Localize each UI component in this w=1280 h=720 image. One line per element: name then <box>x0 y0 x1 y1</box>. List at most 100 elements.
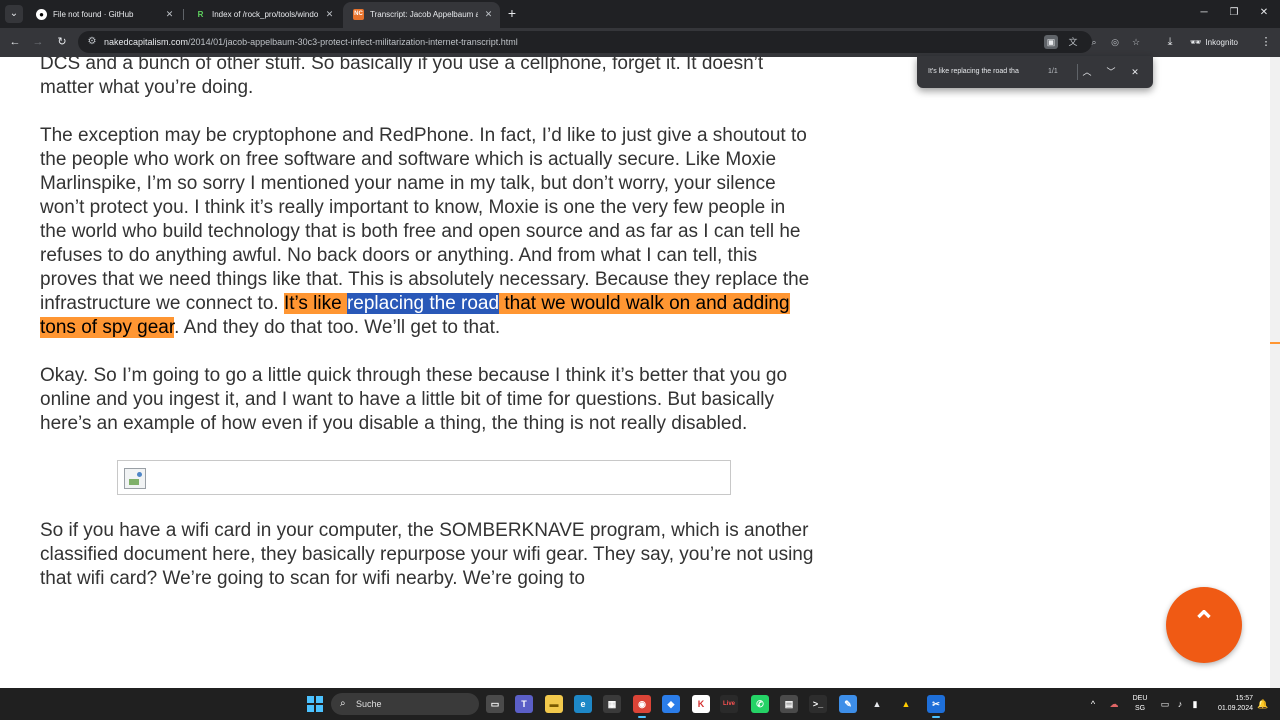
start-button[interactable] <box>307 696 323 712</box>
menu-button[interactable]: ⋮ <box>1259 35 1273 49</box>
tab-index[interactable]: R Index of /rock_pro/tools/windo ✕ <box>185 2 341 28</box>
paragraph: The exception may be cryptophone and Red… <box>40 124 815 340</box>
plus-icon: + <box>507 5 517 21</box>
url-path: /2014/01/jacob-appelbaum-30c3-protect-in… <box>188 37 518 47</box>
tab-transcript[interactable]: NC Transcript: Jacob Appelbaum at ✕ <box>343 2 500 28</box>
close-icon[interactable]: ✕ <box>164 9 175 20</box>
windows-logo-icon <box>316 705 323 712</box>
store-icon[interactable]: ▦ <box>603 695 621 713</box>
tab-title: File not found · GitHub <box>53 10 134 19</box>
chevron-up-icon[interactable]: ^ <box>1088 697 1098 711</box>
arrow-right-icon: → <box>32 36 44 48</box>
battery-icon[interactable]: ▮ <box>1190 697 1200 711</box>
close-icon: ✕ <box>1131 67 1139 77</box>
vlc-icon[interactable]: ▲ <box>897 695 915 713</box>
snipping-tool-icon[interactable]: ✂ <box>927 695 945 718</box>
speaker-icon[interactable]: ♪ <box>1175 697 1185 711</box>
linux-app-icon[interactable]: ▲ <box>868 695 886 713</box>
whatsapp-icon[interactable]: ✆ <box>751 695 769 713</box>
windows-taskbar: ⌕ Suche ▭ T ▬ e ▦ ◉ ◆ K Live ✆ ▤ >_ ✎ ▲ … <box>0 688 1280 720</box>
minimize-button[interactable]: ─ <box>1197 6 1211 20</box>
taskbar-search[interactable]: ⌕ Suche <box>331 693 479 715</box>
find-result-marker <box>1270 342 1280 344</box>
clock-time: 15:57 <box>1235 695 1253 702</box>
address-bar[interactable]: ⚙ nakedcapitalism.com/2014/01/jacob-appe… <box>78 31 1140 53</box>
network-icon[interactable]: ▭ <box>1160 697 1170 711</box>
app-k-icon[interactable]: K <box>692 695 710 713</box>
chrome-icon[interactable]: ◉ <box>633 695 651 718</box>
new-tab-button[interactable]: + <box>505 6 519 20</box>
text-selection: replacing the road <box>346 293 500 314</box>
tab-title: Transcript: Jacob Appelbaum at <box>370 10 478 19</box>
url-text[interactable]: nakedcapitalism.com/2014/01/jacob-appelb… <box>104 36 518 48</box>
file-explorer-icon[interactable]: ▬ <box>545 695 563 713</box>
windows-logo-icon <box>307 705 314 712</box>
close-icon[interactable]: ✕ <box>324 9 335 20</box>
arrow-left-icon: ← <box>9 36 21 48</box>
paragraph-text: . And they do that too. We’ll get to tha… <box>174 317 501 338</box>
windows-logo-icon <box>316 696 323 703</box>
paragraph: So if you have a wifi card in your compu… <box>40 520 814 589</box>
app-window-icon[interactable]: ▤ <box>780 695 798 713</box>
windows-logo-icon <box>307 696 314 703</box>
language-indicator[interactable]: DEU SG <box>1130 694 1150 714</box>
maximize-button[interactable]: ❐ <box>1227 6 1241 20</box>
search-icon: ⌕ <box>340 698 346 709</box>
find-close-button[interactable]: ✕ <box>1128 65 1142 79</box>
find-bar: It's like replacing the road tha 1/1 ︿ ﹀… <box>917 56 1153 88</box>
edge-icon[interactable]: e <box>574 695 592 713</box>
minimize-icon: ─ <box>1200 7 1208 18</box>
find-previous-button[interactable]: ︿ <box>1080 65 1094 79</box>
eye-off-icon[interactable]: ◎ <box>1108 35 1122 49</box>
language-code: DEU <box>1132 695 1148 702</box>
chevron-down-icon: ⌄ <box>9 8 19 19</box>
notifications-icon[interactable]: 🔔 <box>1257 697 1269 711</box>
find-input[interactable]: It's like replacing the road tha <box>928 66 1040 78</box>
task-view-icon[interactable]: ▭ <box>486 695 504 713</box>
scroll-to-top-button[interactable]: ⌃ <box>1166 587 1242 663</box>
bookmark-star-icon[interactable]: ☆ <box>1129 35 1143 49</box>
tab-github[interactable]: ● File not found · GitHub ✕ <box>26 2 181 28</box>
paragraph: And this can be yours for only 175,800 U… <box>40 57 764 98</box>
reload-button[interactable]: ↻ <box>55 35 69 49</box>
broken-image <box>117 460 731 495</box>
download-icon: ⤓ <box>1167 36 1173 48</box>
nakedcapitalism-favicon-icon: NC <box>353 9 364 20</box>
paragraph-text: The exception may be cryptophone and Red… <box>40 125 810 314</box>
chevron-down-icon: ﹀ <box>1106 67 1116 77</box>
taskbar-search-label: Suche <box>356 699 382 709</box>
browser-toolbar: ← → ↻ ⚙ nakedcapitalism.com/2014/01/jaco… <box>0 28 1280 57</box>
find-divider <box>1077 64 1078 80</box>
close-icon: ✕ <box>1259 7 1269 18</box>
find-next-button[interactable]: ﹀ <box>1104 65 1118 79</box>
tab-divider <box>183 9 184 20</box>
close-icon[interactable]: ✕ <box>483 9 494 20</box>
github-icon: ● <box>36 9 47 20</box>
forward-button[interactable]: → <box>31 35 45 49</box>
zoom-icon[interactable]: ⌕ <box>1087 35 1101 49</box>
onedrive-icon[interactable]: ☁ <box>1108 697 1120 711</box>
incognito-indicator[interactable]: 🕶 Inkognito <box>1190 35 1238 50</box>
chevron-up-icon: ︿ <box>1082 67 1092 77</box>
messenger-icon[interactable]: ◆ <box>662 695 680 713</box>
tab-search-button[interactable]: ⌄ <box>5 5 23 23</box>
back-button[interactable]: ← <box>8 35 22 49</box>
reload-icon: ↻ <box>57 36 67 48</box>
close-window-button[interactable]: ✕ <box>1257 6 1271 20</box>
page-viewport: And this can be yours for only 175,800 U… <box>0 57 1270 688</box>
teams-icon[interactable]: T <box>515 695 533 713</box>
site-info-icon[interactable]: ⚙ <box>86 36 98 48</box>
page-scrollbar[interactable] <box>1270 57 1280 688</box>
paragraph: Okay. So I’m going to go a little quick … <box>40 365 788 434</box>
kebab-menu-icon: ⋮ <box>1260 36 1272 48</box>
url-host: nakedcapitalism.com <box>104 37 189 47</box>
paint-icon[interactable]: ✎ <box>839 695 857 713</box>
live-icon[interactable]: Live <box>720 695 738 713</box>
translate-icon[interactable]: 文 <box>1066 35 1080 49</box>
downloads-button[interactable]: ⤓ <box>1163 35 1177 49</box>
system-clock[interactable]: 15:57 01.09.2024 <box>1209 694 1253 714</box>
incognito-label: Inkognito <box>1205 38 1238 47</box>
terminal-icon[interactable]: >_ <box>809 695 827 713</box>
find-in-page-icon[interactable]: ▣ <box>1044 35 1058 49</box>
clock-date: 01.09.2024 <box>1217 705 1253 712</box>
